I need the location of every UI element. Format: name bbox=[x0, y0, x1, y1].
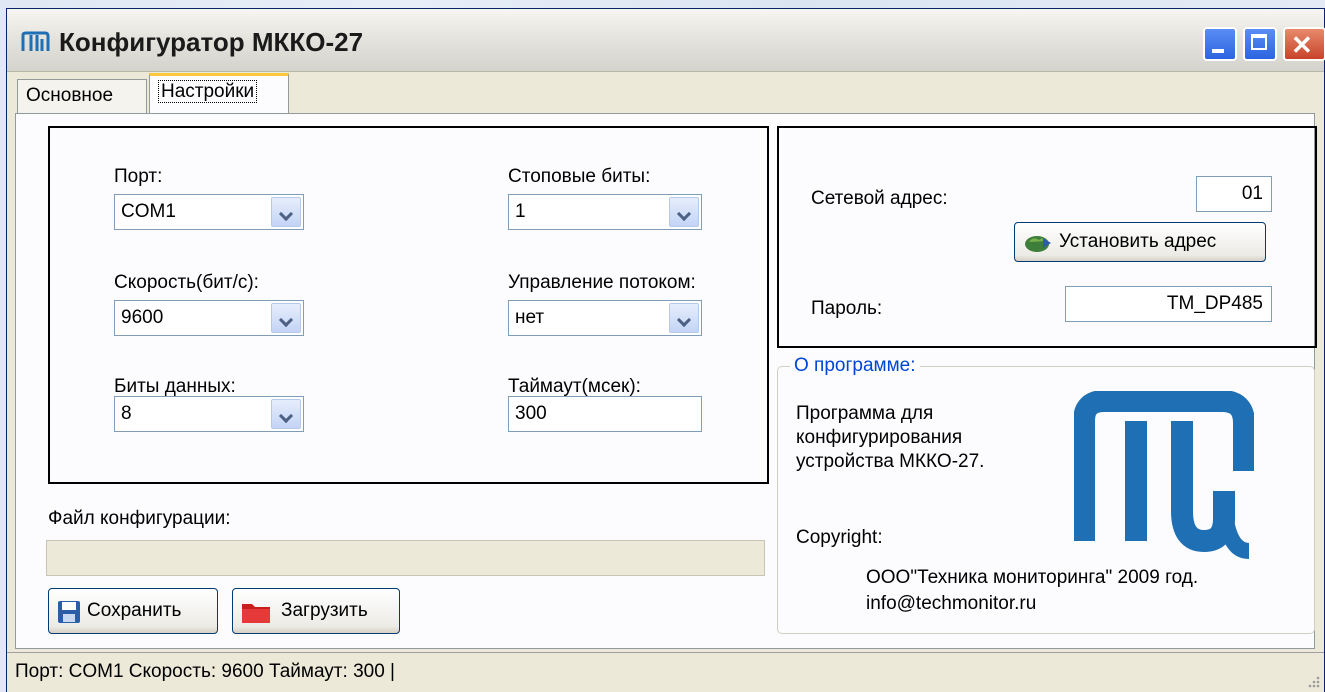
chevron-down-icon[interactable] bbox=[669, 197, 699, 227]
password-label: Пароль: bbox=[811, 298, 883, 319]
stop-bits-value: 1 bbox=[515, 201, 526, 222]
timeout-label: Таймаут(мсек): bbox=[508, 376, 641, 397]
tab-main[interactable]: Основное bbox=[17, 79, 147, 113]
company-text: ООО"Техника мониторинга" 2009 год. bbox=[866, 567, 1199, 588]
copyright-label: Copyright: bbox=[796, 527, 883, 548]
load-label: Загрузить bbox=[281, 600, 368, 621]
network-address-label: Сетевой адрес: bbox=[811, 188, 948, 209]
network-icon bbox=[1025, 236, 1051, 252]
resize-grip-icon[interactable] bbox=[1306, 674, 1320, 688]
flow-control-value: нет bbox=[515, 307, 545, 328]
set-address-button[interactable]: Установить адрес bbox=[1014, 222, 1266, 262]
tab-strip: Основное Настройки bbox=[13, 73, 1313, 115]
port-select[interactable]: COM1 bbox=[114, 194, 304, 230]
chevron-down-icon[interactable] bbox=[669, 303, 699, 333]
config-file-label: Файл конфигурации: bbox=[48, 508, 231, 529]
data-bits-select[interactable]: 8 bbox=[114, 396, 304, 432]
data-bits-value: 8 bbox=[121, 403, 132, 424]
chevron-down-icon[interactable] bbox=[271, 303, 301, 333]
about-description-2: конфигурирования bbox=[796, 427, 963, 448]
port-label: Порт: bbox=[114, 166, 163, 187]
save-label: Сохранить bbox=[87, 600, 182, 621]
load-button[interactable]: Загрузить bbox=[232, 588, 400, 634]
maximize-icon bbox=[1251, 34, 1267, 50]
maximize-button[interactable] bbox=[1243, 27, 1277, 61]
set-address-label: Установить адрес bbox=[1059, 231, 1217, 252]
timeout-value: 300 bbox=[515, 403, 547, 424]
tab-main-label: Основное bbox=[26, 85, 114, 106]
stop-bits-select[interactable]: 1 bbox=[508, 194, 702, 230]
folder-icon bbox=[242, 604, 270, 623]
minimize-icon bbox=[1212, 49, 1224, 53]
email-text: info@techmonitor.ru bbox=[866, 593, 1037, 614]
tab-settings[interactable]: Настройки bbox=[149, 73, 289, 115]
stop-bits-label: Стоповые биты: bbox=[508, 166, 651, 187]
speed-label: Скорость(бит/с): bbox=[114, 272, 259, 293]
status-bar: Порт: COM1 Скорость: 9600 Таймаут: 300 | bbox=[7, 652, 1324, 692]
main-window: Конфигуратор МККО-27 ✕ Основное Настройк… bbox=[6, 8, 1325, 692]
password-value: TM_DP485 bbox=[1166, 293, 1263, 314]
network-address-value: 01 bbox=[1241, 183, 1263, 204]
tab-settings-label: Настройки bbox=[158, 80, 258, 103]
password-input[interactable]: TM_DP485 bbox=[1065, 286, 1272, 322]
floppy-disk-icon bbox=[58, 601, 80, 623]
port-settings-box: Порт: COM1 Скорость(бит/с): 9600 Биты да… bbox=[48, 126, 769, 484]
about-description-1: Программа для bbox=[796, 403, 934, 424]
data-bits-label: Биты данных: bbox=[114, 376, 236, 397]
save-button[interactable]: Сохранить bbox=[48, 588, 218, 634]
chevron-down-icon[interactable] bbox=[271, 197, 301, 227]
window-title: Конфигуратор МККО-27 bbox=[59, 27, 364, 57]
status-text: Порт: COM1 Скорость: 9600 Таймаут: 300 | bbox=[15, 661, 395, 682]
about-groupbox: О программе: Программа для конфигурирова… bbox=[777, 355, 1315, 634]
flow-control-label: Управление потоком: bbox=[508, 272, 696, 293]
network-address-input[interactable]: 01 bbox=[1196, 176, 1272, 212]
speed-value: 9600 bbox=[121, 307, 164, 328]
close-icon: ✕ bbox=[1291, 30, 1313, 60]
speed-select[interactable]: 9600 bbox=[114, 300, 304, 336]
config-file-path-field[interactable] bbox=[46, 540, 765, 576]
about-description-3: устройства МККО-27. bbox=[796, 451, 985, 472]
settings-panel: Порт: COM1 Скорость(бит/с): 9600 Биты да… bbox=[15, 113, 1317, 649]
device-address-box: Сетевой адрес: 01 Установить адрес Парол… bbox=[777, 126, 1317, 348]
minimize-button[interactable] bbox=[1203, 27, 1237, 61]
about-title: О программе: bbox=[790, 355, 920, 377]
port-value: COM1 bbox=[121, 201, 176, 222]
timeout-input[interactable]: 300 bbox=[508, 396, 702, 432]
title-bar[interactable]: Конфигуратор МККО-27 ✕ bbox=[7, 9, 1325, 72]
company-logo-icon bbox=[1074, 391, 1254, 559]
flow-control-select[interactable]: нет bbox=[508, 300, 702, 336]
app-logo-icon bbox=[21, 31, 50, 51]
chevron-down-icon[interactable] bbox=[271, 399, 301, 429]
close-button[interactable]: ✕ bbox=[1283, 27, 1325, 61]
